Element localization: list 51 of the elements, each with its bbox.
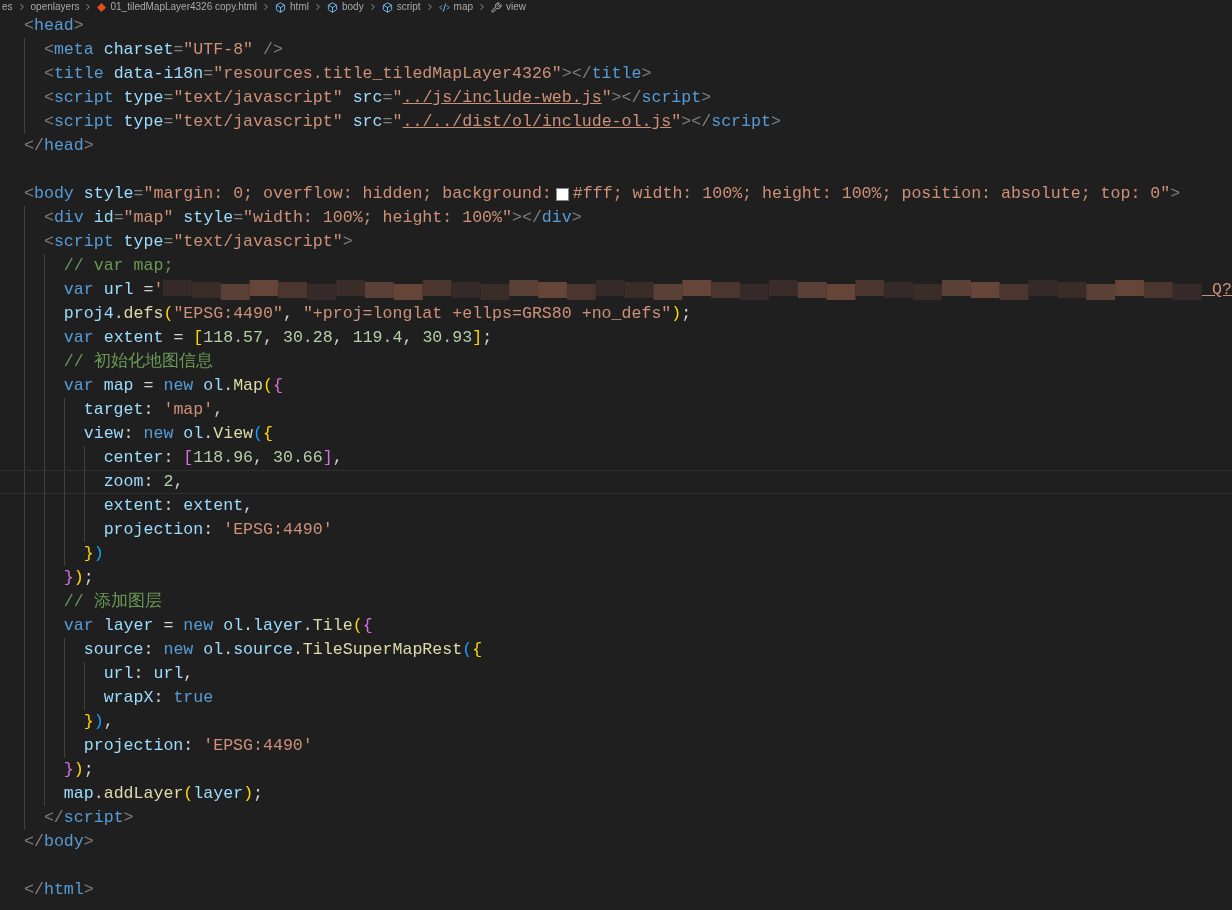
code-text: url: url, bbox=[102, 663, 194, 685]
code-text: }), bbox=[82, 711, 114, 733]
breadcrumb-item[interactable]: html bbox=[290, 2, 309, 12]
breadcrumb-item[interactable]: map bbox=[453, 2, 473, 12]
code-text: projection: 'EPSG:4490' bbox=[82, 735, 313, 757]
code-text: }); bbox=[62, 759, 94, 781]
code-text: <head> bbox=[24, 15, 84, 37]
code-text: </head> bbox=[24, 135, 94, 157]
code-text: var layer = new ol.layer.Tile({ bbox=[62, 615, 373, 637]
code-text: projection: 'EPSG:4490' bbox=[102, 519, 333, 541]
breadcrumb-item[interactable]: script bbox=[396, 2, 421, 12]
breadcrumb-item[interactable]: body bbox=[341, 2, 364, 12]
code-text: wrapX: true bbox=[102, 687, 214, 709]
code-text: <script type="text/javascript"> bbox=[42, 231, 353, 253]
cube-icon bbox=[326, 1, 338, 13]
code-text: var extent = [118.57, 30.28, 119.4, 30.93]; bbox=[62, 327, 493, 349]
code-text: <div id="map" style="width: 100%; height: 100%"></div> bbox=[42, 207, 582, 229]
code-text: // 添加图层 bbox=[62, 591, 162, 613]
code-text: // 初始化地图信息 bbox=[62, 351, 213, 373]
code-text: target: 'map', bbox=[82, 399, 224, 421]
code-text: #fff; width: 100%; height: 100%; position: absolute; top: 0"> bbox=[572, 183, 1181, 205]
cube-icon bbox=[275, 1, 287, 13]
code-text: map.addLayer(layer); bbox=[62, 783, 264, 805]
code-text: var map = new ol.Map({ bbox=[62, 375, 283, 397]
code-text: extent: extent, bbox=[102, 495, 254, 517]
breadcrumb-item[interactable]: 01_tiledMapLayer4326 copy.html bbox=[110, 2, 258, 12]
wrench-icon bbox=[491, 1, 502, 13]
html-file-icon bbox=[97, 2, 107, 12]
breadcrumb-item[interactable]: view bbox=[506, 2, 527, 12]
brackets-icon bbox=[438, 1, 450, 13]
code-text: center: [118.96, 30.66], bbox=[102, 447, 343, 469]
code-text: </script> bbox=[42, 807, 134, 829]
breadcrumb-item[interactable]: openlayers bbox=[30, 2, 80, 12]
code-text: <body style="margin: 0; overflow: hidden; background: bbox=[24, 183, 552, 205]
code-text: </html> bbox=[24, 879, 94, 901]
code-text: view: new ol.View({ bbox=[82, 423, 273, 445]
code-text: <title data-i18n="resources.title_tiledMapLayer4326"></title> bbox=[42, 63, 652, 85]
code-text: var url =' bbox=[62, 279, 164, 301]
code-text: proj4.defs("EPSG:4490", "+proj=longlat +ellps=GRS80 +no_defs"); bbox=[62, 303, 692, 325]
code-text: }); bbox=[62, 567, 94, 589]
chevron-icon bbox=[477, 2, 487, 12]
code-text: // var map; bbox=[62, 255, 174, 277]
breadcrumb-item[interactable]: es bbox=[2, 2, 13, 12]
code-text: <script type="text/javascript" src="../../dist/ol/include-ol.js"></script> bbox=[42, 111, 781, 133]
code-text: zoom: 2, bbox=[102, 471, 184, 493]
code-text: </body> bbox=[24, 831, 94, 853]
code-text: }) bbox=[82, 543, 104, 565]
code-text: <meta charset="UTF-8" /> bbox=[42, 39, 283, 61]
code-text: source: new ol.source.TileSuperMapRest({ bbox=[82, 639, 483, 661]
code-text: <script type="text/javascript" src="../js/include-web.js"></script> bbox=[42, 87, 712, 109]
cube-icon bbox=[381, 1, 393, 13]
